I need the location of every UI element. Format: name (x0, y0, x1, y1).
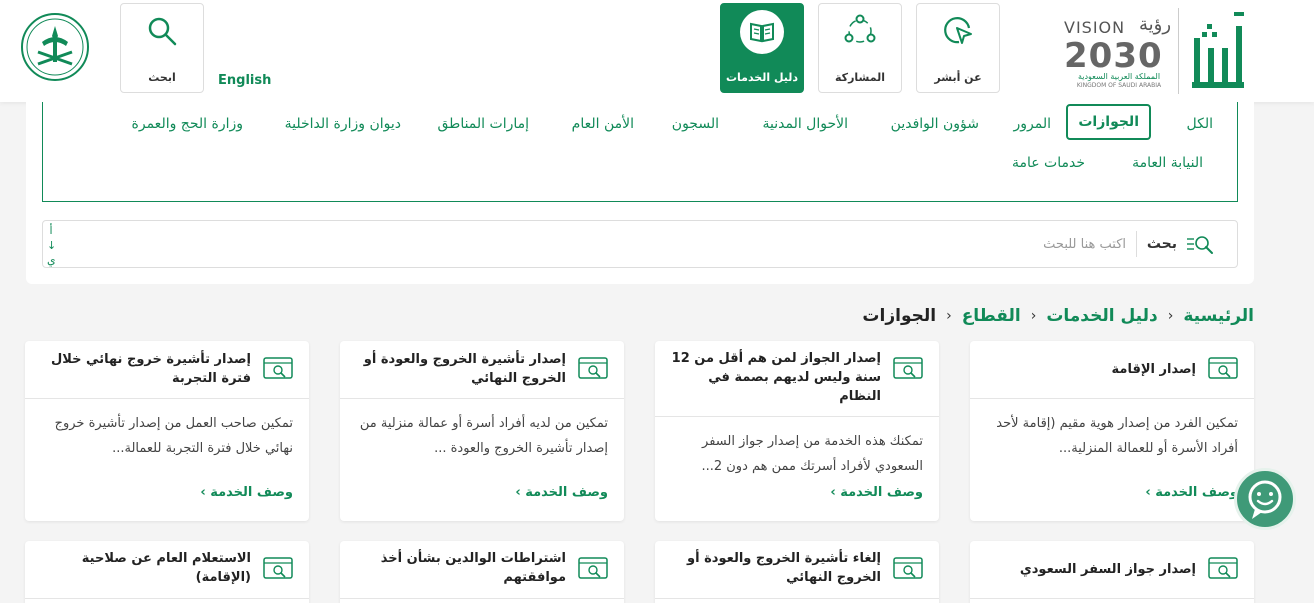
book-icon (740, 10, 784, 54)
card-header: إصدار الجواز لمن هم أقل من 12 سنة وليس ل… (655, 341, 939, 417)
card-header: الاستعلام العام عن صلاحية (الإقامة) (25, 541, 309, 599)
breadcrumb-current: الجوازات (862, 306, 937, 326)
card-title[interactable]: إصدار تأشيرة الخروج والعودة أو الخروج ال… (356, 350, 566, 388)
service-description-link[interactable]: وصف الخدمة › (515, 485, 608, 500)
nav-participation-label: المشاركة (835, 71, 885, 84)
card-description: تمكنك هذه الخدمة من إصدار جواز السفر الس… (701, 434, 923, 474)
alphabet-sort-toggle[interactable]: أ ↓ ي (47, 223, 56, 268)
tab-passports[interactable]: الجوازات (1066, 104, 1151, 140)
tab-prisons[interactable]: السجون (672, 116, 719, 132)
breadcrumb-sector[interactable]: القطاع (962, 306, 1021, 326)
brand-divider (1178, 8, 1179, 94)
service-card[interactable]: إصدار الجواز لمن هم أقل من 12 سنة وليس ل… (655, 341, 939, 521)
card-header: إلغاء تأشيرة الخروج والعودة أو الخروج ال… (655, 541, 939, 599)
service-doc-search-icon (893, 557, 923, 579)
breadcrumb-services-guide[interactable]: دليل الخدمات (1046, 306, 1157, 326)
card-title[interactable]: إصدار تأشيرة خروج نهائي خلال فترة التجرب… (41, 350, 251, 388)
service-description-link[interactable]: وصف الخدمة › (1145, 485, 1238, 500)
tab-hajj-umrah-ministry[interactable]: وزارة الحج والعمرة (132, 116, 243, 132)
service-card[interactable]: إصدار تأشيرة خروج نهائي خلال فترة التجرب… (25, 341, 309, 521)
service-doc-search-icon (1208, 557, 1238, 579)
service-doc-search-icon (263, 357, 293, 379)
card-description: تمكين الفرد من إصدار هوية مقيم (إقامة لأ… (996, 416, 1238, 456)
absher-logo: أبشر (1189, 12, 1244, 88)
tab-interior-ministry-office[interactable]: ديوان وزارة الداخلية (285, 116, 401, 132)
vision-label: VISION (1064, 18, 1126, 37)
nav-search-tile[interactable]: ابحث (120, 3, 204, 93)
nav-services-guide-tile[interactable]: دليل الخدمات (720, 3, 804, 93)
absher-text: أبشر (1189, 14, 1202, 22)
chatbot-face-icon (1248, 480, 1282, 519)
tab-civil-affairs[interactable]: الأحوال المدنية (763, 116, 849, 132)
service-doc-search-icon (893, 357, 923, 379)
tab-all[interactable]: الكل (1187, 116, 1214, 132)
card-title[interactable]: الاستعلام العام عن صلاحية (الإقامة) (41, 549, 251, 587)
tab-general-services[interactable]: خدمات عامة (1012, 155, 1085, 171)
search-label: بحث (1146, 236, 1177, 252)
search-list-icon (1187, 236, 1213, 254)
card-description: تمكين صاحب العمل من إصدار تأشيرة خروج نه… (54, 416, 293, 456)
breadcrumb-separator: ‹ (946, 308, 952, 324)
service-card[interactable]: الاستعلام العام عن صلاحية (الإقامة) (25, 541, 309, 603)
saudi-emblem-logo[interactable] (20, 12, 90, 82)
service-doc-search-icon (578, 557, 608, 579)
nav-participation-tile[interactable]: المشاركة (818, 3, 902, 93)
tab-expatriates-affairs[interactable]: شؤون الوافدين (891, 116, 979, 132)
nav-services-guide-label: دليل الخدمات (725, 71, 799, 84)
service-description-link[interactable]: وصف الخدمة › (830, 485, 923, 500)
breadcrumb-separator: ‹ (1030, 308, 1037, 324)
language-switch-link[interactable]: English (218, 73, 271, 88)
card-title[interactable]: إصدار الإقامة (986, 360, 1196, 379)
service-doc-search-icon (578, 357, 608, 379)
pointer-icon (944, 17, 972, 44)
service-card[interactable]: إصدار جواز السفر السعودي (970, 541, 1254, 603)
card-title[interactable]: اشتراطات الوالدين بشأن أخذ موافقتهم (356, 549, 566, 587)
kingdom-arabic-label: المملكة العربية السعودية (1077, 72, 1161, 81)
service-description-link[interactable]: وصف الخدمة › (200, 485, 293, 500)
share-icon (844, 14, 876, 43)
sector-tabs-box: الكل الجوازات المرور شؤون الوافدين الأحو… (42, 102, 1238, 202)
card-title[interactable]: إصدار جواز السفر السعودي (986, 560, 1196, 579)
service-card[interactable]: إلغاء تأشيرة الخروج والعودة أو الخروج ال… (655, 541, 939, 603)
chatbot-button[interactable] (1234, 468, 1296, 530)
nav-about-tile[interactable]: عن أبشر (916, 3, 1000, 93)
tab-region-emirates[interactable]: إمارات المناطق (438, 116, 530, 132)
nav-about-label: عن أبشر (934, 71, 982, 84)
search-input[interactable] (237, 231, 1137, 257)
site-header: ابحث English دليل الخدمات المشاركة عن أب… (0, 0, 1314, 102)
vision-arabic-label: رؤية (1139, 14, 1172, 35)
card-header: إصدار جواز السفر السعودي (970, 541, 1254, 599)
service-doc-search-icon (263, 557, 293, 579)
card-header: إصدار تأشيرة الخروج والعودة أو الخروج ال… (340, 341, 624, 399)
card-header: اشتراطات الوالدين بشأن أخذ موافقتهم (340, 541, 624, 599)
vision-year: 2030 (1064, 36, 1163, 76)
card-header: إصدار الإقامة (970, 341, 1254, 399)
service-doc-search-icon (1208, 357, 1238, 379)
service-card[interactable]: إصدار تأشيرة الخروج والعودة أو الخروج ال… (340, 341, 624, 521)
brand-logos[interactable]: VISION رؤية 2030 المملكة العربية السعودي… (1064, 8, 1254, 94)
card-title[interactable]: إلغاء تأشيرة الخروج والعودة أو الخروج ال… (671, 549, 881, 587)
sector-filter-panel: الكل الجوازات المرور شؤون الوافدين الأحو… (26, 102, 1254, 284)
service-card[interactable]: اشتراطات الوالدين بشأن أخذ موافقتهم (340, 541, 624, 603)
search-icon (148, 17, 177, 46)
tab-public-security[interactable]: الأمن العام (572, 116, 634, 132)
tab-traffic[interactable]: المرور (1014, 116, 1052, 132)
service-search-box: أ ↓ ي بحث (42, 220, 1238, 268)
card-title[interactable]: إصدار الجواز لمن هم أقل من 12 سنة وليس ل… (671, 349, 881, 406)
card-description: تمكين من لديه أفراد أسرة أو عمالة منزلية… (359, 416, 608, 456)
card-header: إصدار تأشيرة خروج نهائي خلال فترة التجرب… (25, 341, 309, 399)
service-card[interactable]: إصدار الإقامة تمكين الفرد من إصدار هوية … (970, 341, 1254, 521)
nav-search-label: ابحث (148, 71, 176, 84)
breadcrumb-separator: ‹ (1167, 308, 1174, 324)
breadcrumb-home[interactable]: الرئيسية (1183, 306, 1254, 326)
breadcrumb: الرئيسية ‹ دليل الخدمات ‹ القطاع ‹ الجوا… (862, 306, 1254, 326)
kingdom-english-label: KINGDOM OF SAUDI ARABIA (1076, 82, 1162, 89)
tab-public-prosecution[interactable]: النيابة العامة (1132, 155, 1203, 171)
